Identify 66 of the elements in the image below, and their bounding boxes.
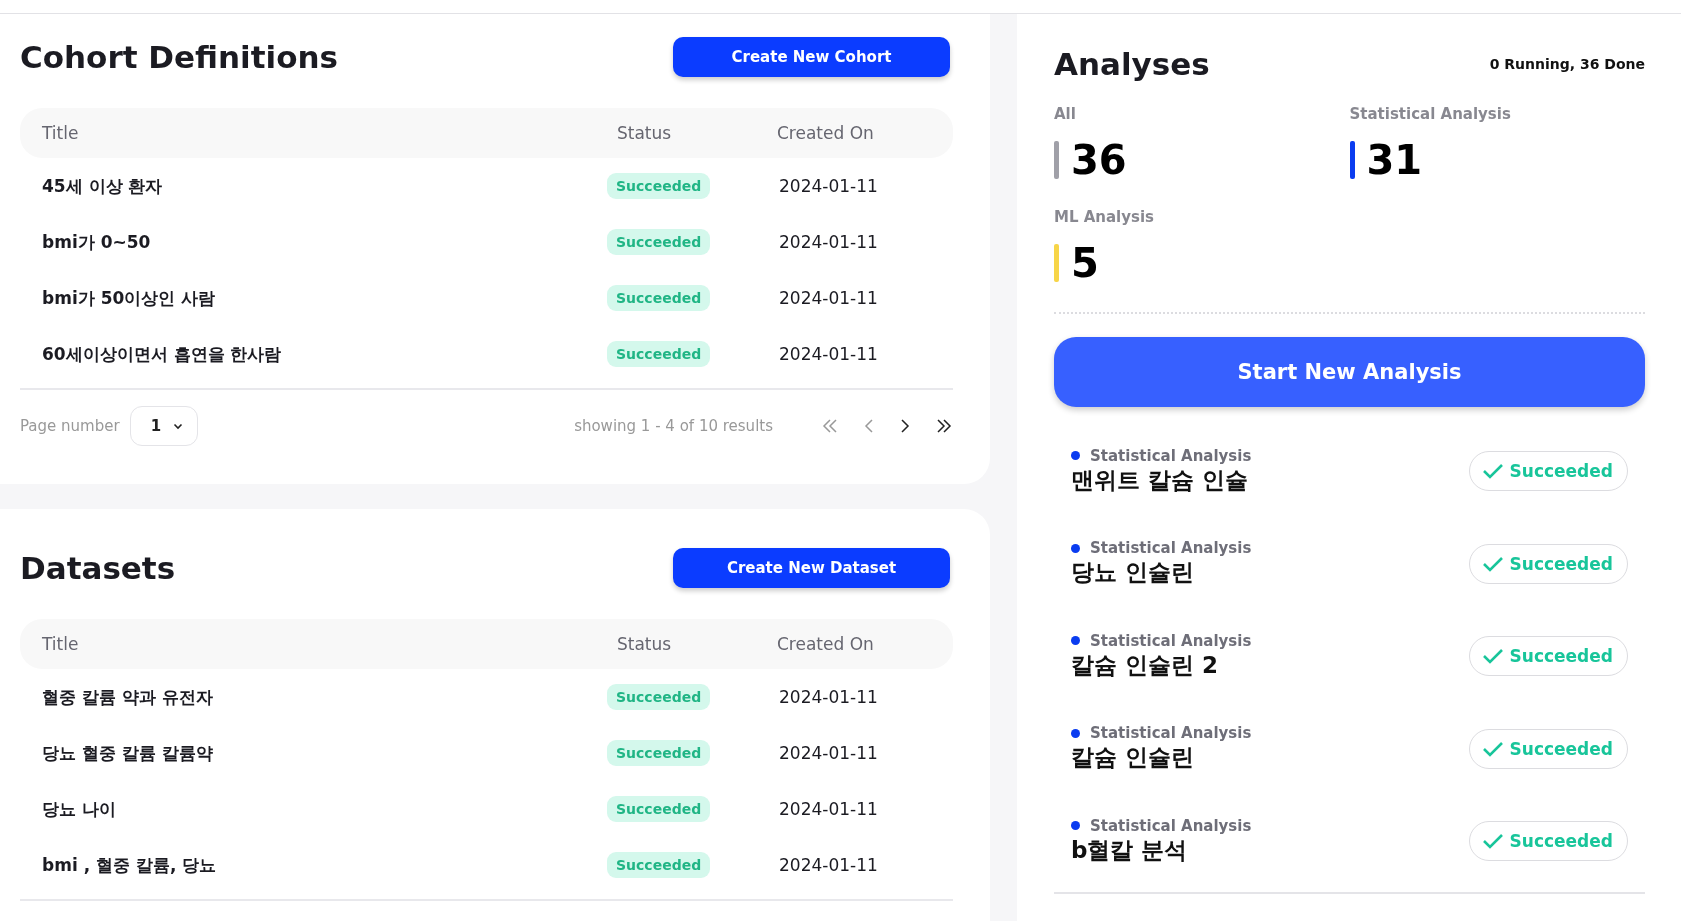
column-header: Status — [616, 123, 673, 143]
analysis-type: Statistical Analysis — [1090, 631, 1252, 650]
status-badge: Succeeded — [607, 684, 711, 710]
run-summary: 0 Running, 36 Done — [1489, 56, 1645, 72]
analysis-name[interactable]: b혈칼 분석 — [1071, 834, 1252, 866]
column-header: Created On — [777, 123, 875, 143]
create-button[interactable]: Create New Cohort — [673, 37, 950, 77]
analysis-type: Statistical Analysis — [1090, 539, 1252, 558]
title-cell-text: bmi , 혈중 칼륨, 당뇨 — [41, 853, 218, 877]
date-cell-text: 2024-01-11 — [778, 344, 879, 364]
date-cell-text: 2024-01-11 — [778, 232, 879, 252]
title-cell-text: 45세 이상 환자 — [41, 174, 164, 198]
analysis-name[interactable]: 당뇨 인슐린 — [1071, 557, 1252, 589]
check-icon — [1481, 647, 1504, 666]
status-badge: Succeeded — [607, 285, 711, 311]
analysis-type: Statistical Analysis — [1090, 724, 1252, 743]
analysis-name[interactable]: 칼슘 인슐린 — [1071, 742, 1252, 774]
check-icon — [1481, 739, 1504, 758]
column-header: Created On — [777, 634, 875, 654]
title-cell-text: 60세이상이면서 흡연을 한사람 — [41, 342, 283, 366]
stat-value: 31 — [1366, 136, 1423, 185]
title-cell-text: 당뇨 나이 — [41, 797, 117, 821]
section-title: Datasets — [20, 550, 176, 586]
date-cell-text: 2024-01-11 — [778, 687, 879, 707]
section-title: Analyses — [1054, 46, 1210, 82]
title-cell-text: 당뇨 혈중 칼륨 칼륨약 — [41, 741, 214, 765]
stat-value: 36 — [1071, 136, 1127, 185]
title-cell-text: 혈중 칼륨 약과 유전자 — [41, 685, 214, 709]
title-cell-text: bmi가 50이상인 사람 — [41, 286, 217, 310]
next-page-icon[interactable] — [899, 418, 911, 434]
page-select[interactable]: 1 — [129, 406, 199, 446]
status-badge: Succeeded — [607, 796, 711, 822]
stat-label: Statistical Analysis — [1349, 105, 1511, 123]
date-cell-text: 2024-01-11 — [778, 288, 879, 308]
previous-page-icon[interactable] — [863, 418, 875, 434]
status-badge: Succeeded — [607, 852, 711, 878]
column-header: Title — [41, 634, 80, 654]
last-page-icon[interactable] — [935, 418, 953, 434]
stat-value: 5 — [1071, 239, 1099, 288]
page-number-label: Page number — [20, 417, 120, 435]
check-icon — [1481, 554, 1504, 573]
status-badge: Succeeded — [607, 740, 711, 766]
start-analysis-button[interactable]: Start New Analysis — [1054, 337, 1645, 407]
date-cell-text: 2024-01-11 — [778, 799, 879, 819]
date-cell-text: 2024-01-11 — [778, 743, 879, 763]
caret-icon — [173, 422, 184, 430]
section-title: Cohort Definitions — [20, 39, 338, 75]
first-page-icon[interactable] — [821, 418, 839, 434]
status-badge: Succeeded — [607, 173, 711, 199]
status-badge: Succeeded — [607, 341, 711, 367]
analysis-name[interactable]: 맨위트 칼슘 인슐 — [1071, 464, 1252, 496]
date-cell-text: 2024-01-11 — [778, 176, 879, 196]
check-icon — [1481, 462, 1504, 481]
date-cell-text: 2024-01-11 — [778, 855, 879, 875]
title-cell-text: bmi가 0~50 — [41, 230, 152, 254]
check-icon — [1481, 832, 1504, 851]
stat-label: All — [1054, 105, 1076, 123]
results-summary: showing 1 - 4 of 10 results — [574, 417, 773, 435]
column-header: Status — [616, 634, 673, 654]
analysis-name[interactable]: 칼슘 인슐린 2 — [1071, 649, 1252, 681]
status-badge: Succeeded — [607, 229, 711, 255]
analysis-type: Statistical Analysis — [1090, 816, 1252, 835]
analysis-type: Statistical Analysis — [1090, 446, 1252, 465]
create-button[interactable]: Create New Dataset — [673, 548, 950, 588]
stat-label: ML Analysis — [1054, 208, 1155, 226]
column-header: Title — [41, 123, 80, 143]
